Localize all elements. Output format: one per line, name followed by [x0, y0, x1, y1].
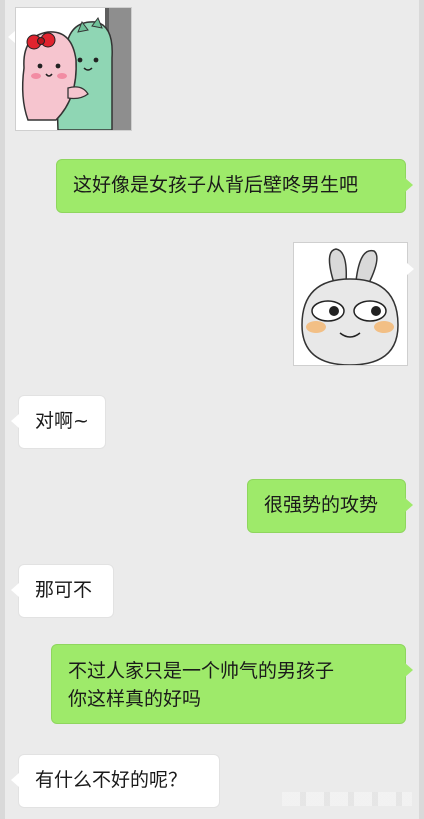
rabbit-sticker-image — [294, 243, 407, 365]
sent-message-bubble[interactable]: 不过人家只是一个帅气的男孩子 你这样真的好吗 — [51, 644, 413, 724]
right-edge — [419, 0, 424, 819]
message-text: 很强势的攻势 — [264, 494, 379, 516]
message-text: 对啊~ — [35, 410, 89, 432]
sent-message-bubble[interactable]: 很强势的攻势 — [247, 479, 413, 533]
blurred-watermark — [282, 792, 412, 806]
received-message-bubble[interactable]: 有什么不好的呢？ — [11, 754, 220, 808]
received-message-bubble[interactable]: 对啊~ — [11, 395, 106, 449]
received-message-bubble[interactable]: 那可不 — [11, 564, 114, 618]
message-text-line: 不过人家只是一个帅气的男孩子 — [68, 660, 335, 682]
message-text-line: 你这样真的好吗 — [68, 688, 202, 710]
received-sticker-dinosaurs[interactable] — [15, 7, 132, 131]
sticker-tail — [407, 263, 414, 275]
sticker-tail — [8, 31, 15, 43]
sent-message-bubble[interactable]: 这好像是女孩子从背后壁咚男生吧 — [56, 159, 413, 213]
message-text: 这好像是女孩子从背后壁咚男生吧 — [73, 174, 359, 196]
message-text: 那可不 — [35, 579, 93, 601]
message-text: 有什么不好的呢？ — [35, 769, 188, 791]
sent-sticker-rabbit[interactable] — [293, 242, 408, 366]
left-edge — [0, 0, 5, 819]
dinosaur-sticker-image — [16, 8, 131, 130]
